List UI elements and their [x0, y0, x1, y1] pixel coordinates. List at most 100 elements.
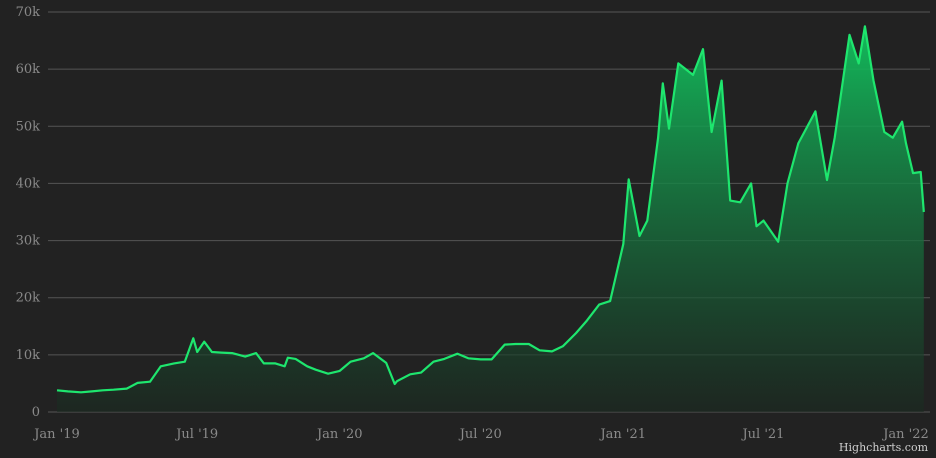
data-point[interactable]: [418, 370, 424, 376]
data-point[interactable]: [862, 23, 868, 29]
data-point[interactable]: [489, 356, 495, 362]
data-point[interactable]: [194, 349, 200, 355]
data-point[interactable]: [361, 355, 367, 361]
data-point[interactable]: [89, 388, 95, 394]
data-point[interactable]: [465, 355, 471, 361]
data-point[interactable]: [655, 135, 661, 141]
y-tick-label: 70k: [16, 5, 41, 20]
data-point[interactable]: [348, 359, 354, 365]
data-point[interactable]: [383, 360, 389, 366]
data-point[interactable]: [903, 140, 909, 146]
data-point[interactable]: [272, 360, 278, 366]
data-point[interactable]: [229, 350, 235, 356]
data-point[interactable]: [293, 356, 299, 362]
data-point[interactable]: [190, 335, 196, 341]
data-point[interactable]: [660, 80, 666, 86]
data-point[interactable]: [209, 349, 215, 355]
data-point[interactable]: [124, 386, 130, 392]
data-point[interactable]: [526, 341, 532, 347]
data-point[interactable]: [921, 209, 927, 215]
data-point[interactable]: [182, 359, 188, 365]
data-point[interactable]: [890, 135, 896, 141]
data-point[interactable]: [337, 368, 343, 374]
data-point[interactable]: [626, 176, 632, 182]
data-point[interactable]: [201, 339, 207, 345]
y-tick-label: 40k: [16, 176, 41, 191]
data-point[interactable]: [596, 302, 602, 308]
data-point[interactable]: [313, 367, 319, 373]
data-point[interactable]: [607, 298, 613, 304]
data-point[interactable]: [394, 378, 400, 384]
data-point[interactable]: [675, 60, 681, 66]
data-point[interactable]: [748, 180, 754, 186]
y-tick-label: 10k: [16, 348, 41, 363]
data-point[interactable]: [832, 135, 838, 141]
data-point[interactable]: [856, 60, 862, 66]
chart-svg: 010k20k30k40k50k60k70k Jan '19 Jul '19 Jan…: [16, 5, 930, 442]
highcharts-credit-link[interactable]: Highcharts.com: [839, 441, 928, 454]
data-point[interactable]: [65, 388, 71, 394]
data-point[interactable]: [549, 348, 555, 354]
data-point[interactable]: [753, 223, 759, 229]
data-point[interactable]: [537, 347, 543, 353]
x-axis-labels: Jan '19 Jul '19 Jan '20 Jul '20 Jan '21 Jul '…: [32, 427, 929, 442]
x-tick-label: Jul '19: [174, 427, 218, 442]
data-point[interactable]: [644, 218, 650, 224]
data-point[interactable]: [111, 387, 117, 393]
data-point[interactable]: [282, 363, 288, 369]
data-point[interactable]: [737, 199, 743, 205]
data-point[interactable]: [560, 343, 566, 349]
data-point[interactable]: [171, 360, 177, 366]
data-point[interactable]: [918, 169, 924, 175]
data-point[interactable]: [285, 355, 291, 361]
x-tick-label: Jan '20: [315, 427, 363, 442]
data-point[interactable]: [846, 32, 852, 38]
data-point[interactable]: [824, 177, 830, 183]
data-point[interactable]: [158, 363, 164, 369]
data-point[interactable]: [100, 387, 106, 393]
y-tick-label: 30k: [16, 234, 41, 249]
data-point[interactable]: [54, 387, 60, 393]
data-point[interactable]: [135, 380, 141, 386]
data-point[interactable]: [325, 371, 331, 377]
data-point[interactable]: [407, 371, 413, 377]
data-point[interactable]: [78, 389, 84, 395]
data-point[interactable]: [637, 233, 643, 239]
data-point[interactable]: [478, 356, 484, 362]
data-point[interactable]: [760, 218, 766, 224]
data-point[interactable]: [147, 379, 153, 385]
data-point[interactable]: [727, 198, 733, 204]
data-point[interactable]: [454, 351, 460, 357]
data-point[interactable]: [261, 360, 267, 366]
data-point[interactable]: [775, 239, 781, 245]
data-point[interactable]: [513, 341, 519, 347]
data-point[interactable]: [304, 363, 310, 369]
data-point[interactable]: [502, 342, 508, 348]
data-point[interactable]: [881, 129, 887, 135]
data-point[interactable]: [584, 318, 590, 324]
data-point[interactable]: [253, 350, 259, 356]
data-point[interactable]: [870, 78, 876, 84]
data-point[interactable]: [899, 119, 905, 125]
y-tick-label: 60k: [16, 62, 41, 77]
data-point[interactable]: [910, 170, 916, 176]
x-tick-label: Jul '21: [740, 427, 784, 442]
data-point[interactable]: [573, 330, 579, 336]
data-point[interactable]: [709, 129, 715, 135]
data-point[interactable]: [795, 140, 801, 146]
data-point[interactable]: [700, 46, 706, 52]
data-point[interactable]: [719, 78, 725, 84]
x-tick-label: Jan '19: [32, 427, 80, 442]
data-point[interactable]: [690, 72, 696, 78]
x-tick-label: Jan '21: [598, 427, 646, 442]
data-point[interactable]: [430, 359, 436, 365]
data-point[interactable]: [812, 108, 818, 114]
data-point[interactable]: [620, 241, 626, 247]
data-point[interactable]: [242, 354, 248, 360]
data-point[interactable]: [784, 180, 790, 186]
data-point[interactable]: [370, 350, 376, 356]
data-point[interactable]: [218, 350, 224, 356]
data-point[interactable]: [441, 356, 447, 362]
y-tick-label: 0: [32, 405, 40, 420]
data-point[interactable]: [666, 126, 672, 132]
